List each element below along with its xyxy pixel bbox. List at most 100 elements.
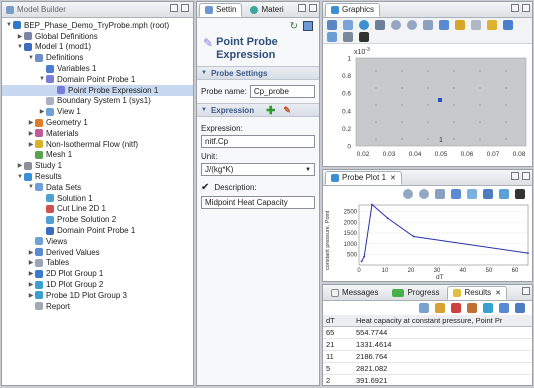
tree-item[interactable]: ▶ Derived Values bbox=[2, 247, 193, 258]
maximize-icon[interactable] bbox=[522, 4, 530, 12]
tree-item[interactable]: ▶ View 1 bbox=[2, 106, 193, 117]
tree-item[interactable]: ▶ Study 1 bbox=[2, 160, 193, 171]
tab-settings[interactable]: Settin bbox=[199, 2, 243, 17]
tree-item[interactable]: ▶ Non-Isothermal Flow (nitf) bbox=[2, 139, 193, 150]
tree-item[interactable]: Domain Point Probe 1 bbox=[2, 225, 193, 236]
delete-icon[interactable] bbox=[451, 303, 461, 313]
table-row[interactable]: 21 1331.4614 bbox=[323, 338, 532, 351]
view-icon[interactable] bbox=[375, 20, 385, 30]
collapsed-icon[interactable]: ▶ bbox=[27, 270, 35, 277]
maximize-icon[interactable] bbox=[522, 172, 530, 180]
collapsed-icon[interactable]: ▶ bbox=[27, 119, 35, 126]
zoom-out-icon[interactable] bbox=[407, 20, 417, 30]
minimize-icon[interactable] bbox=[511, 172, 519, 180]
collapsed-icon[interactable]: ▶ bbox=[27, 141, 35, 148]
tree-item[interactable]: ▼ Results bbox=[2, 171, 193, 182]
collapsed-icon[interactable]: ▶ bbox=[38, 108, 46, 115]
select-icon[interactable] bbox=[343, 20, 353, 30]
tree-item[interactable]: ▼ BEP_Phase_Demo_TryProbe.mph (root) bbox=[2, 20, 193, 31]
table-row[interactable]: 11 2186.764 bbox=[323, 350, 532, 363]
camera-icon[interactable] bbox=[515, 188, 525, 199]
expanded-icon[interactable]: ▼ bbox=[27, 184, 35, 190]
minimize-icon[interactable] bbox=[522, 287, 530, 295]
tree-item[interactable]: ▼ Model 1 (mod1) bbox=[2, 42, 193, 53]
minimize-icon[interactable] bbox=[298, 4, 306, 12]
tree-item[interactable]: Point Probe Expression 1 bbox=[2, 84, 193, 96]
collapsed-icon[interactable]: ▶ bbox=[27, 292, 35, 299]
transparency-icon[interactable] bbox=[471, 20, 481, 30]
column-header[interactable]: Heat capacity at constant pressure, Poin… bbox=[353, 315, 532, 327]
export-icon[interactable] bbox=[499, 188, 509, 199]
tree-item[interactable]: ▶ Materials bbox=[2, 128, 193, 139]
close-icon[interactable]: ✕ bbox=[495, 289, 501, 297]
tree-item[interactable]: ▶ Geometry 1 bbox=[2, 117, 193, 128]
maximize-icon[interactable] bbox=[181, 4, 189, 12]
grid-icon[interactable] bbox=[439, 20, 449, 30]
clear-icon[interactable] bbox=[435, 303, 445, 313]
legend-icon[interactable] bbox=[483, 188, 493, 199]
collapsed-icon[interactable]: ▶ bbox=[27, 130, 35, 137]
table-row[interactable]: 65 554.7744 bbox=[323, 326, 532, 339]
expanded-icon[interactable]: ▼ bbox=[38, 76, 46, 82]
close-icon[interactable]: ✕ bbox=[390, 174, 396, 182]
tree-item[interactable]: ▶ Global Definitions bbox=[2, 31, 193, 42]
zoom-box-icon[interactable] bbox=[327, 20, 337, 30]
collapsed-icon[interactable]: ▶ bbox=[27, 281, 35, 288]
tab-probe-plot[interactable]: Probe Plot 1 ✕ bbox=[325, 170, 402, 185]
expanded-icon[interactable]: ▼ bbox=[16, 44, 24, 50]
table-icon[interactable] bbox=[515, 303, 525, 313]
tree-item[interactable]: ▼ Data Sets bbox=[2, 182, 193, 193]
column-header[interactable]: dT bbox=[323, 315, 353, 327]
minimize-icon[interactable] bbox=[170, 4, 178, 12]
tab-progress[interactable]: Progress bbox=[386, 286, 445, 300]
expression-input[interactable]: nitf.Cp bbox=[201, 135, 315, 148]
plot-icon[interactable] bbox=[483, 303, 493, 313]
refresh-icon[interactable]: ↻ bbox=[290, 21, 298, 32]
save-icon[interactable] bbox=[303, 21, 313, 31]
tree-item[interactable]: ▼ Definitions bbox=[2, 52, 193, 63]
description-input[interactable]: Midpoint Heat Capacity bbox=[201, 196, 315, 209]
probe-point-marker[interactable] bbox=[438, 98, 442, 102]
tree-item[interactable]: Solution 1 bbox=[2, 193, 193, 204]
replace-expression-icon[interactable]: ✎ bbox=[283, 105, 291, 116]
tree-item[interactable]: ▶ Tables bbox=[2, 258, 193, 269]
axes-icon[interactable] bbox=[455, 20, 465, 30]
table-row[interactable]: 2 391.6921 bbox=[323, 374, 532, 385]
tree-item[interactable]: Mesh 1 bbox=[2, 150, 193, 161]
export-icon[interactable] bbox=[499, 303, 509, 313]
collapsed-icon[interactable]: ▶ bbox=[27, 249, 35, 256]
expression-section[interactable]: ▼ Expression ✚ ✎ bbox=[197, 103, 319, 117]
scene-icon[interactable] bbox=[503, 20, 513, 30]
zoom-out-icon[interactable] bbox=[419, 188, 429, 199]
collapsed-icon[interactable]: ▶ bbox=[27, 259, 35, 266]
full-precision-icon[interactable] bbox=[419, 303, 429, 313]
tree-item[interactable]: Boundary System 1 (sys1) bbox=[2, 96, 193, 107]
tree-item[interactable]: ▼ Domain Point Probe 1 bbox=[2, 74, 193, 85]
zoom-extents-icon[interactable] bbox=[435, 188, 445, 199]
minimize-icon[interactable] bbox=[511, 4, 519, 12]
tab-messages[interactable]: Messages bbox=[325, 286, 384, 300]
graphics-canvas[interactable]: x10-3 1 10.80.60.40.20 0.02 0.03 0.04 0.05 0… bbox=[323, 44, 532, 166]
table-row[interactable]: 5 2821.082 bbox=[323, 362, 532, 375]
tree-item[interactable]: Views bbox=[2, 236, 193, 247]
unit-select[interactable]: J/(kg*K) ▼ bbox=[201, 163, 315, 176]
probe-plot-chart[interactable]: constant pressure, Point dT 2500 2000 1500… bbox=[323, 201, 532, 281]
rotate-icon[interactable] bbox=[359, 20, 369, 30]
collapsed-icon[interactable]: ▶ bbox=[16, 162, 24, 169]
tree-item[interactable]: Probe Solution 2 bbox=[2, 214, 193, 225]
collapsed-icon[interactable]: ▶ bbox=[16, 33, 24, 40]
tab-materials[interactable]: Materi bbox=[244, 3, 289, 17]
camera-icon[interactable] bbox=[359, 32, 369, 42]
expanded-icon[interactable]: ▼ bbox=[5, 22, 13, 28]
grid-icon[interactable] bbox=[451, 188, 461, 199]
tab-graphics[interactable]: Graphics bbox=[325, 2, 381, 17]
light-icon[interactable] bbox=[487, 20, 497, 30]
tree-item[interactable]: ▶ 2D Plot Group 1 bbox=[2, 268, 193, 279]
tree-item[interactable]: Report bbox=[2, 301, 193, 312]
probe-settings-section[interactable]: ▼ Probe Settings bbox=[197, 66, 319, 80]
expanded-icon[interactable]: ▼ bbox=[16, 174, 24, 180]
reset-icon[interactable] bbox=[343, 32, 353, 42]
tree-item[interactable]: Cut Line 2D 1 bbox=[2, 204, 193, 215]
add-expression-icon[interactable]: ✚ bbox=[266, 104, 275, 117]
edit-icon[interactable] bbox=[467, 303, 477, 313]
